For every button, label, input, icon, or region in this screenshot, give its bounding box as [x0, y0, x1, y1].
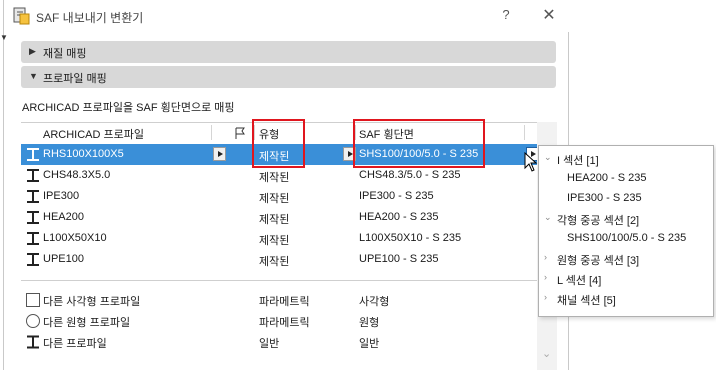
popup-item-label: 채널 섹션 [5]: [557, 295, 616, 307]
close-button[interactable]: ✕: [540, 5, 558, 24]
left-edge-caret-icon: ▼: [0, 33, 8, 42]
column-separator: [524, 125, 525, 140]
i-beam-icon: [27, 169, 39, 182]
popup-group-rectangular-hollow-section[interactable]: ⌄ 각형 중공 섹션 [2]: [539, 209, 715, 229]
chevron-right-icon: ›: [544, 272, 547, 282]
saf-section: 일반: [359, 338, 380, 350]
i-beam-icon: [27, 253, 39, 266]
row-menu-button[interactable]: [213, 147, 226, 161]
profile-mapping-header[interactable]: ▼ 프로파일 매핑: [21, 66, 556, 88]
profile-type: 일반: [259, 338, 280, 350]
table-row[interactable]: UPE100 제작된 UPE100 - S 235: [21, 249, 538, 270]
help-button[interactable]: ?: [498, 7, 514, 23]
profile-type: 제작된: [259, 151, 290, 163]
profile-type: 제작된: [259, 172, 290, 184]
popup-item-label: L 섹션 [4]: [557, 275, 602, 287]
saf-section: CHS48.3/5.0 - S 235: [359, 169, 461, 181]
profile-name: 다른 원형 프로파일: [43, 317, 131, 329]
table-row[interactable]: L100X50X10 제작된 L100X50X10 - S 235: [21, 228, 538, 249]
popup-item-label: 원형 중공 섹션 [3]: [557, 255, 640, 267]
saf-section: IPE300 - S 235: [359, 190, 434, 202]
profile-name: CHS48.3X5.0: [43, 169, 111, 181]
flag-column-icon[interactable]: [234, 127, 248, 140]
profile-mapping-table: ARCHICAD 프로파일 유형 SAF 횡단면 RHS100X100X5 제작…: [21, 122, 539, 370]
popup-group-channel-section[interactable]: › 채널 섹션 [5]: [539, 289, 715, 309]
popup-group-i-section[interactable]: ⌄ I 섹션 [1]: [539, 149, 715, 169]
i-beam-icon: [27, 335, 39, 349]
popup-item-label: I 섹션 [1]: [557, 155, 599, 167]
profile-type: 제작된: [259, 235, 290, 247]
profile-type: 제작된: [259, 214, 290, 226]
chevron-down-icon: ⌄: [544, 212, 552, 222]
table-row[interactable]: IPE300 제작된 IPE300 - S 235: [21, 186, 538, 207]
generic-row[interactable]: 다른 프로파일 일반 일반: [21, 331, 538, 352]
generic-row[interactable]: 다른 사각형 프로파일 파라메트릭 사각형: [21, 289, 538, 310]
profile-name: HEA200: [43, 211, 84, 223]
popup-item-label: IPE300 - S 235: [567, 192, 642, 204]
i-beam-icon: [27, 190, 39, 203]
saf-section: UPE100 - S 235: [359, 253, 439, 265]
saf-section: 사각형: [359, 296, 390, 308]
generic-row[interactable]: 다른 원형 프로파일 파라메트릭 원형: [21, 310, 538, 331]
column-separator: [355, 125, 356, 140]
chevron-right-icon: ›: [544, 292, 547, 302]
material-mapping-label: 재질 매핑: [43, 48, 87, 60]
table-row[interactable]: HEA200 제작된 HEA200 - S 235: [21, 207, 538, 228]
column-separator: [254, 125, 255, 140]
profile-type: 제작된: [259, 193, 290, 205]
popup-item-label: SHS100/100/5.0 - S 235: [567, 232, 687, 244]
saf-section: 원형: [359, 317, 380, 329]
table-row[interactable]: RHS100X100X5 제작된 SHS100/100/5.0 - S 235: [21, 144, 539, 165]
popup-group-circular-hollow-section[interactable]: › 원형 중공 섹션 [3]: [539, 249, 715, 269]
table-divider: [21, 280, 538, 281]
popup-item-label: HEA200 - S 235: [567, 172, 647, 184]
profile-type: 제작된: [259, 256, 290, 268]
popup-group-l-section[interactable]: › L 섹션 [4]: [539, 269, 715, 289]
profile-name: 다른 사각형 프로파일: [43, 296, 141, 308]
popup-item[interactable]: IPE300 - S 235: [539, 189, 715, 209]
scroll-down-chevron-icon[interactable]: ⌄: [542, 347, 551, 360]
material-mapping-header[interactable]: ▶ 재질 매핑: [21, 41, 556, 63]
profile-name: 다른 프로파일: [43, 338, 107, 350]
chevron-down-icon: ⌄: [544, 152, 552, 162]
popup-item[interactable]: HEA200 - S 235: [539, 169, 715, 189]
app-icon: [13, 7, 30, 25]
i-beam-icon: [27, 148, 39, 161]
title-bar[interactable]: SAF 내보내기 변환기 ? ✕: [4, 0, 570, 32]
saf-section: L100X50X10 - S 235: [359, 232, 462, 244]
saf-export-dialog: SAF 내보내기 변환기 ? ✕ ▶ 재질 매핑 ▼ 프로파일 매핑 ARCHI…: [3, 0, 570, 370]
saf-section: SHS100/100/5.0 - S 235: [359, 148, 479, 160]
profile-name: RHS100X100X5: [43, 148, 124, 160]
popup-item-label: 각형 중공 섹션 [2]: [557, 215, 640, 227]
mouse-cursor-icon: [524, 152, 538, 172]
type-menu-button[interactable]: [343, 147, 356, 161]
column-header-type[interactable]: 유형: [259, 123, 279, 142]
table-row[interactable]: CHS48.3X5.0 제작된 CHS48.3/5.0 - S 235: [21, 165, 538, 186]
profile-name: UPE100: [43, 253, 84, 265]
popup-item[interactable]: SHS100/100/5.0 - S 235: [539, 229, 715, 249]
collapsed-triangle-icon: ▶: [29, 46, 36, 56]
profile-name: L100X50X10: [43, 232, 107, 244]
profile-name: IPE300: [43, 190, 80, 202]
chevron-right-icon: ›: [544, 252, 547, 262]
mapping-description: ARCHICAD 프로파일을 SAF 횡단면으로 매핑: [22, 102, 235, 114]
window-title: SAF 내보내기 변환기: [36, 11, 144, 25]
profile-type: 파라메트릭: [259, 296, 310, 308]
column-header-saf-section[interactable]: SAF 횡단면: [359, 123, 414, 142]
saf-section: HEA200 - S 235: [359, 211, 439, 223]
circle-profile-icon: [26, 314, 40, 328]
rectangle-profile-icon: [26, 293, 40, 307]
i-beam-icon: [27, 232, 39, 245]
column-header-archicad-profile[interactable]: ARCHICAD 프로파일: [43, 123, 144, 142]
profile-mapping-label: 프로파일 매핑: [43, 73, 107, 85]
expanded-triangle-icon: ▼: [29, 71, 38, 81]
column-separator: [211, 125, 212, 140]
saf-section-dropdown-popup: ⌄ I 섹션 [1] HEA200 - S 235 IPE300 - S 235…: [538, 145, 714, 317]
i-beam-icon: [27, 211, 39, 224]
profile-type: 파라메트릭: [259, 317, 310, 329]
